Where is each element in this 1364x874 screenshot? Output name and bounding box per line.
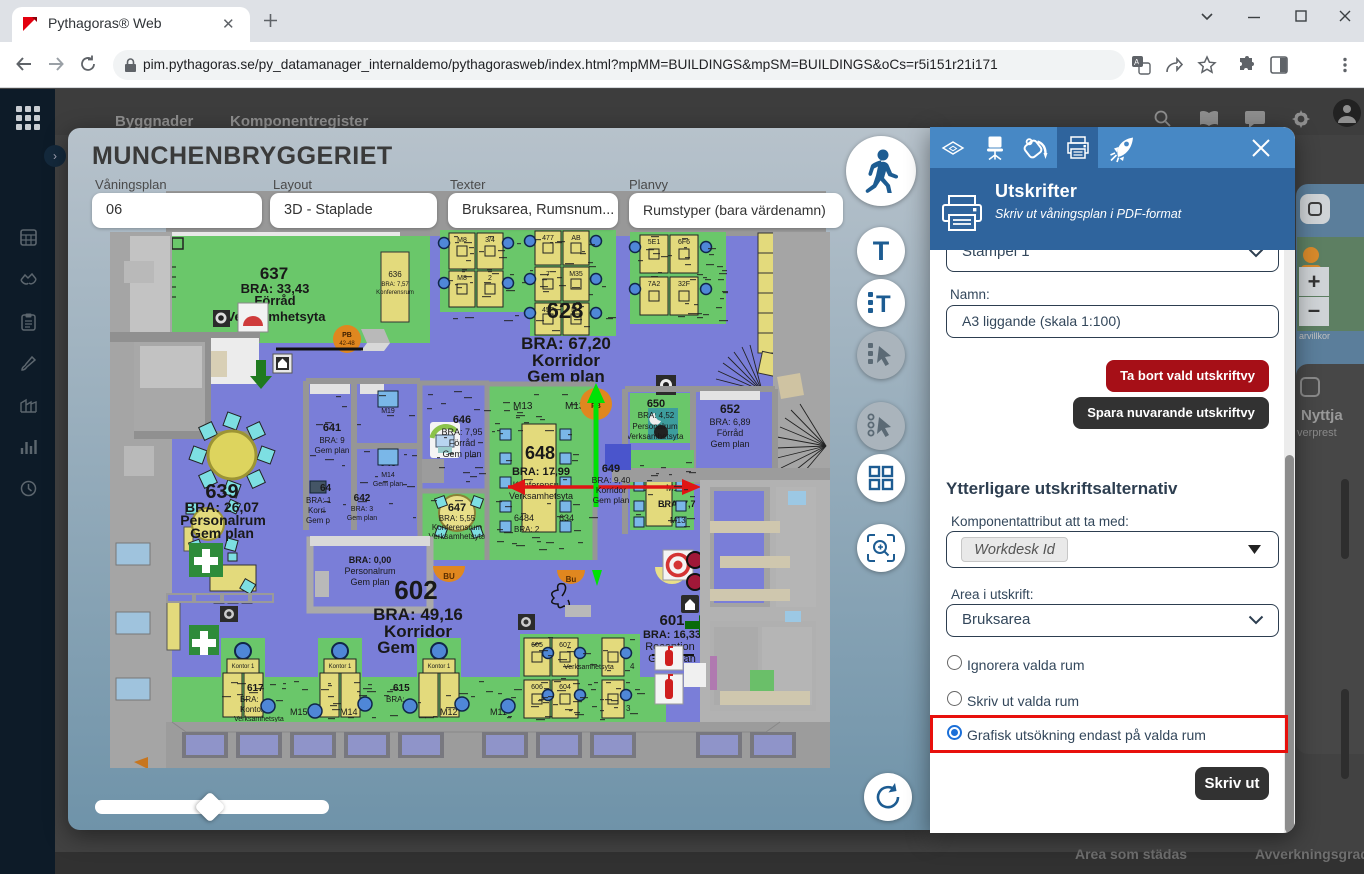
svg-text:6F6: 6F6 — [678, 239, 690, 246]
svg-text:477: 477 — [542, 235, 554, 242]
svg-text:5E1: 5E1 — [648, 239, 661, 246]
svg-text:3: 3 — [626, 704, 631, 713]
svg-text:647: 647 — [448, 502, 466, 514]
svg-text:M19: M19 — [381, 408, 395, 415]
svg-text:Personalrum: Personalrum — [632, 422, 678, 431]
svg-text:Konferensrum: Konferensrum — [376, 290, 414, 296]
svg-text:Gem plan: Gem plan — [373, 481, 403, 488]
svg-text:4: 4 — [630, 662, 635, 671]
svg-text:M15: M15 — [290, 707, 308, 717]
svg-text:6484: 6484 — [514, 513, 534, 523]
svg-text:M12: M12 — [440, 707, 458, 717]
svg-text:BRA: 9,40: BRA: 9,40 — [592, 475, 631, 485]
svg-text:PB: PB — [342, 332, 352, 339]
svg-text:BRA:: BRA: — [386, 695, 405, 704]
svg-text:2: 2 — [488, 275, 492, 282]
svg-text:Kontor 1: Kontor 1 — [329, 664, 352, 670]
svg-text:Bu: Bu — [566, 575, 577, 584]
svg-text:615: 615 — [393, 683, 410, 694]
svg-text:M35: M35 — [569, 271, 583, 278]
svg-text:BRA: 16,33: BRA: 16,33 — [643, 629, 701, 641]
svg-text:M13: M13 — [513, 401, 533, 412]
svg-text:42-48: 42-48 — [339, 341, 355, 347]
svg-text:BRA: 0,00: BRA: 0,00 — [349, 555, 392, 565]
svg-text:Verksamhetsyta: Verksamhetsyta — [429, 532, 486, 541]
svg-text:BRA:: BRA: — [240, 695, 259, 704]
svg-text:634: 634 — [559, 513, 574, 523]
svg-text:Gem plan: Gem plan — [190, 525, 254, 541]
svg-text:Gem p: Gem p — [306, 516, 331, 525]
svg-text:Korri: Korri — [308, 506, 325, 515]
svg-text:602: 602 — [394, 575, 437, 605]
svg-text:Konferensrum: Konferensrum — [432, 523, 483, 532]
svg-text:648: 648 — [525, 443, 555, 463]
svg-text:Verksamhetsyta: Verksamhetsyta — [564, 664, 614, 671]
svg-text:BRA: 2: BRA: 2 — [514, 525, 540, 534]
svg-text:BRA: 9: BRA: 9 — [319, 436, 345, 445]
svg-text:Gem plan: Gem plan — [710, 439, 749, 449]
svg-text:AB: AB — [571, 235, 581, 242]
svg-text:Gem plan: Gem plan — [593, 495, 630, 505]
svg-text:601: 601 — [659, 612, 684, 629]
svg-text:BRA: 6,89: BRA: 6,89 — [709, 417, 750, 427]
svg-text:7A2: 7A2 — [648, 281, 661, 288]
svg-text:642: 642 — [354, 493, 371, 504]
svg-text:Verksamhetsyta: Verksamhetsyta — [627, 432, 684, 441]
svg-text:3/4: 3/4 — [485, 237, 495, 244]
svg-text:Gem plan: Gem plan — [347, 515, 377, 522]
svg-text:Förråd: Förråd — [449, 438, 476, 448]
svg-text:BRA: 7,95: BRA: 7,95 — [441, 427, 482, 437]
svg-text:604: 604 — [559, 684, 571, 691]
svg-text:Verksamhetsyta: Verksamhetsyta — [509, 491, 573, 501]
svg-text:Kontor 1: Kontor 1 — [428, 664, 451, 670]
svg-text:BRA: 1: BRA: 1 — [306, 496, 332, 505]
svg-text:Förråd: Förråd — [717, 428, 744, 438]
svg-text:BRA: 4,52: BRA: 4,52 — [638, 411, 675, 420]
svg-text:Korridor: Korridor — [596, 485, 626, 495]
svg-text:BU: BU — [443, 572, 455, 581]
svg-text:652: 652 — [720, 402, 740, 416]
svg-text:Gem plan: Gem plan — [350, 577, 389, 587]
svg-text:BRA: 3: BRA: 3 — [351, 506, 373, 513]
svg-text:M14: M14 — [340, 707, 358, 717]
svg-text:649: 649 — [602, 463, 620, 475]
svg-text:636: 636 — [388, 270, 402, 279]
svg-text:Gem plan: Gem plan — [315, 446, 350, 455]
svg-text:T: T — [876, 291, 891, 315]
svg-text:BRA: 5,55: BRA: 5,55 — [439, 514, 476, 523]
svg-text:650: 650 — [647, 398, 665, 410]
svg-text:BRA: 7,57: BRA: 7,57 — [381, 282, 409, 288]
svg-text:Verksamhetsyta: Verksamhetsyta — [234, 716, 284, 723]
svg-text:32F: 32F — [678, 281, 690, 288]
svg-text:BRA: 17,99: BRA: 17,99 — [512, 466, 570, 478]
svg-text:64: 64 — [320, 483, 332, 494]
svg-text:646: 646 — [453, 414, 471, 426]
svg-text:Kontor 1: Kontor 1 — [232, 664, 255, 670]
svg-text:641: 641 — [323, 422, 341, 434]
svg-text:606: 606 — [531, 684, 543, 691]
svg-text:M14: M14 — [381, 472, 395, 479]
svg-text:Personalrum: Personalrum — [344, 566, 395, 576]
